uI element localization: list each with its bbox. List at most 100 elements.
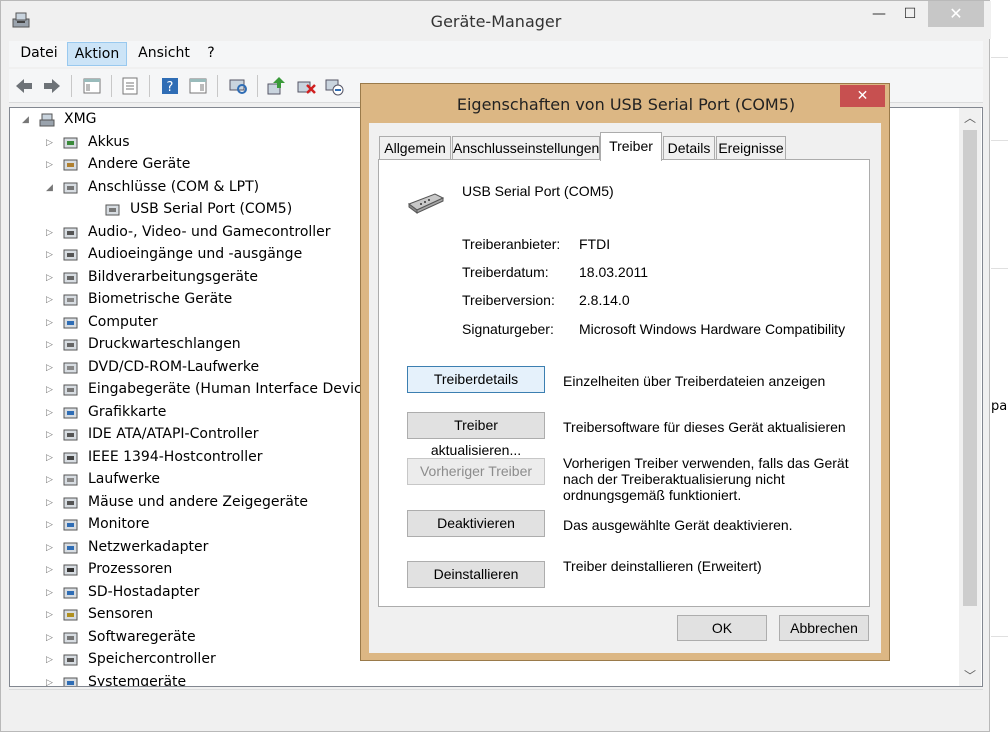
scan-hardware-icon[interactable] [227,75,249,97]
tab-allgemein[interactable]: Allgemein [379,136,451,160]
expand-arrow-icon[interactable]: ◢ [46,182,56,194]
expand-arrow-icon[interactable]: ▷ [46,384,56,396]
divider [991,140,1008,141]
tree-item-label: Monitore [88,516,150,532]
toolbar-separator [71,75,72,97]
expand-arrow-icon[interactable]: ▷ [46,587,56,599]
menu-bar: Datei Aktion Ansicht ? [9,41,983,67]
tree-item-label: Speichercontroller [88,651,216,667]
toolbar-separator [149,75,150,97]
close-button[interactable]: ✕ [928,1,984,27]
expand-arrow-icon[interactable]: ▷ [46,159,56,171]
expand-arrow-icon[interactable]: ▷ [46,137,56,149]
printer-icon [63,339,78,351]
expand-arrow-icon[interactable]: ▷ [46,227,56,239]
back-arrow-icon[interactable] [13,75,35,97]
menu-ansicht[interactable]: Ansicht [131,42,197,66]
properties-dialog: Eigenschaften von USB Serial Port (COM5)… [360,83,890,661]
show-action-pane-icon[interactable] [187,75,209,97]
tree-item-label: USB Serial Port (COM5) [130,201,293,217]
title-bar[interactable]: Geräte-Manager — ☐ ✕ [1,1,991,39]
update-driver-icon[interactable] [265,75,287,97]
expand-arrow-icon[interactable]: ▷ [46,272,56,284]
display-adapter-icon [63,407,78,418]
minimize-button[interactable]: — [864,1,894,27]
show-hide-console-tree-icon[interactable] [81,75,103,97]
expand-arrow-icon[interactable]: ▷ [46,497,56,509]
expand-arrow-icon[interactable]: ▷ [46,609,56,621]
driver-date-value: 18.03.2011 [579,264,649,280]
camera-icon [63,272,78,283]
tab-ereignisse[interactable]: Ereignisse [716,136,786,160]
forward-arrow-icon[interactable] [41,75,63,97]
scroll-thumb[interactable] [963,130,977,606]
ok-button[interactable]: OK [677,615,767,641]
driver-details-button[interactable]: Treiberdetails [407,366,545,393]
background-window-edge [991,0,1008,732]
disk-drive-icon [63,474,78,486]
driver-details-desc: Einzelheiten über Treiberdateien anzeige… [563,373,826,389]
expand-arrow-icon[interactable]: ▷ [46,474,56,486]
expand-arrow-icon[interactable]: ▷ [46,452,56,464]
disable-device-icon[interactable] [323,75,345,97]
tree-item-label: SD-Hostadapter [88,583,200,600]
uninstall-button[interactable]: Deinstallieren [407,561,545,588]
expand-arrow-icon[interactable]: ▷ [46,564,56,576]
tab-treiber[interactable]: Treiber [600,132,662,161]
menu-help[interactable]: ? [201,42,221,66]
expand-arrow-icon[interactable]: ▷ [46,317,56,329]
tree-item[interactable]: ▷ Systemgeräte [10,672,950,687]
expand-arrow-icon[interactable]: ▷ [46,654,56,666]
tree-item-label: Sensoren [88,606,154,622]
tree-item-label: IEEE 1394-Hostcontroller [88,448,263,465]
divider [991,57,1008,58]
expand-arrow-icon[interactable]: ▷ [46,362,56,374]
system-device-icon [63,677,78,686]
update-driver-desc: Treibersoftware für dieses Gerät aktuali… [563,419,846,435]
expand-arrow-icon[interactable]: ▷ [46,407,56,419]
software-device-icon [63,632,78,643]
tree-item-label: Biometrische Geräte [88,291,233,307]
cancel-button[interactable]: Abbrechen [779,615,869,641]
properties-icon[interactable] [119,75,141,97]
svg-text:?: ? [167,80,174,95]
menu-aktion[interactable]: Aktion [67,42,127,66]
roll-back-driver-button[interactable]: Vorheriger Treiber [407,458,545,485]
speaker-icon [63,227,78,238]
tab-anschlusseinstellungen[interactable]: Anschlusseinstellungen [452,136,600,160]
scroll-up-arrow[interactable]: ︿ [959,108,981,128]
expand-arrow-icon[interactable]: ▷ [46,632,56,644]
uninstall-device-icon[interactable] [295,75,317,97]
dialog-close-button[interactable]: ✕ [840,85,885,107]
expand-arrow-icon[interactable]: ▷ [46,429,56,441]
hid-icon [63,384,78,396]
menu-datei[interactable]: Datei [13,42,65,66]
expand-arrow-icon[interactable]: ▷ [46,249,56,261]
roll-back-desc-line: Vorherigen Treiber verwenden, falls das … [563,455,849,471]
update-driver-button[interactable]: Treiber aktualisieren... [407,412,545,458]
driver-provider-value: FTDI [579,236,611,252]
maximize-button[interactable]: ☐ [894,1,926,27]
tree-item-label: Systemgeräte [88,673,187,687]
tab-details[interactable]: Details [663,136,715,160]
expand-arrow-icon[interactable]: ▷ [46,677,56,687]
scroll-down-arrow[interactable]: ﹀ [959,666,981,686]
expand-arrow-icon[interactable]: ▷ [46,542,56,554]
collapse-arrow-icon[interactable]: ◢ [22,114,32,126]
tree-item-label: Computer [88,313,158,330]
storage-controller-icon [63,654,78,666]
sd-host-icon [63,587,78,598]
tree-vertical-scrollbar[interactable]: ︿ ﹀ [959,108,981,686]
expand-arrow-icon[interactable]: ▷ [46,294,56,306]
expand-arrow-icon[interactable]: ▷ [46,339,56,351]
disable-device-button[interactable]: Deaktivieren [407,510,545,537]
speaker-icon [63,249,78,261]
divider [991,636,1008,637]
divider [991,268,1008,269]
toolbar-separator [217,75,218,97]
help-icon[interactable]: ? [159,75,181,97]
dialog-title: Eigenschaften von USB Serial Port (COM5) [456,95,796,114]
expand-arrow-icon[interactable]: ▷ [46,519,56,531]
toolbar-separator [257,75,258,97]
battery-icon [63,137,78,148]
